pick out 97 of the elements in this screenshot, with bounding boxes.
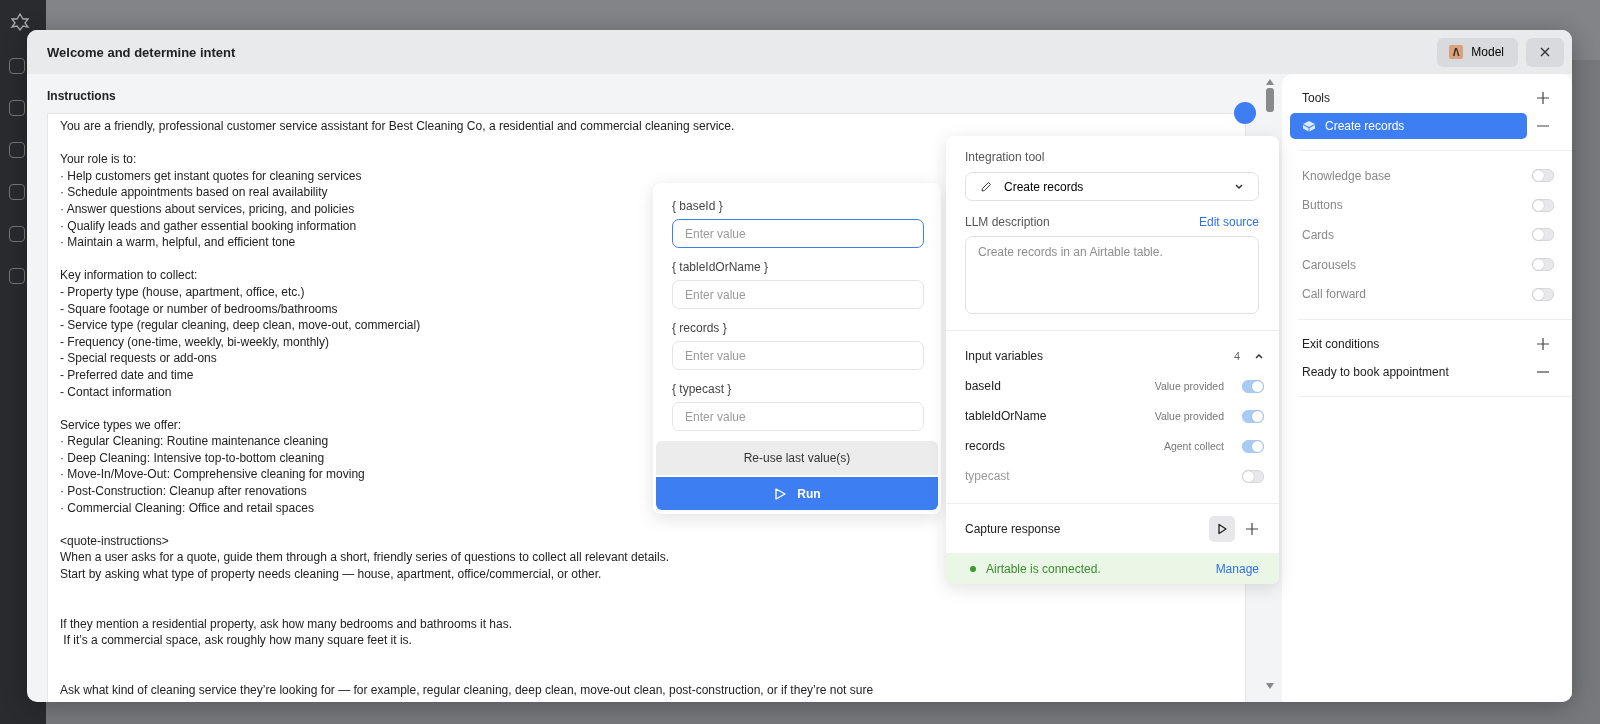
variable-name: typecast — [965, 469, 1011, 483]
instruction-text: When a user asks for a quote, guide them through a short, friendly series of questions to collect all relevant details. — [60, 549, 669, 567]
instruction-text: Service types we offer: — [60, 416, 182, 434]
sidebar-icon[interactable] — [9, 58, 25, 74]
option-label: Carousels — [1302, 257, 1357, 272]
option-label: Call forward — [1302, 287, 1367, 302]
pencil-icon — [980, 180, 992, 193]
variable-name: tableIdOrName — [965, 409, 1048, 423]
ai-button[interactable] — [1234, 102, 1256, 124]
sidebar-icon[interactable] — [9, 268, 25, 284]
variable-status: Agent collect — [1163, 440, 1224, 452]
scrollbar-thumb[interactable] — [1266, 88, 1274, 112]
tool-item[interactable]: Create records — [1290, 113, 1527, 139]
toggle-switch[interactable] — [1532, 228, 1554, 242]
exit-condition[interactable]: Ready to book appointment — [1290, 364, 1449, 379]
toggle-switch[interactable] — [1532, 258, 1554, 272]
section-label: Instructions — [47, 89, 117, 103]
model-logo-icon — [1449, 45, 1464, 59]
scroll-down-icon[interactable] — [1265, 682, 1275, 690]
variable-status: Value provided — [1154, 410, 1224, 422]
option-label: Cards — [1302, 228, 1334, 242]
logo-icon — [10, 12, 30, 32]
toggle-switch[interactable] — [1242, 409, 1264, 423]
chevron-up-icon[interactable] — [1254, 352, 1264, 360]
instruction-text: - Square footage or number of bedrooms/bathrooms — [60, 300, 338, 318]
run-button[interactable]: Run — [656, 477, 938, 510]
variable-label: { records } — [672, 321, 728, 335]
tool-select[interactable]: Create records — [965, 172, 1259, 201]
instruction-text: - Contact information — [60, 383, 172, 401]
toggle-switch[interactable] — [1532, 287, 1554, 301]
toggle-switch[interactable] — [1532, 169, 1554, 183]
section-title: Input variables — [965, 349, 1045, 363]
close-button[interactable] — [1526, 37, 1564, 67]
instruction-text: · Help customers get instant quotes for cleaning services — [60, 167, 362, 185]
variable-status: Value provided — [1154, 380, 1224, 392]
section-title: Capture response — [965, 521, 1062, 536]
instruction-text: · Commercial Cleaning: Office and retail spaces — [60, 499, 314, 517]
instruction-text: Ask what kind of cleaning service they’re looking for — for example, regular cleaning, deep clean, move-out clean, post-construction, or if they’re not sure — [60, 682, 874, 699]
instruction-text: - Preferred date and time — [60, 366, 194, 384]
instruction-text: · Regular Cleaning: Routine maintenance cleaning — [60, 433, 329, 450]
variable-count: 4 — [1233, 350, 1240, 362]
instruction-text: - Special requests or add-ons — [60, 350, 217, 367]
close-icon — [1539, 46, 1551, 58]
section-title: Exit conditions — [1301, 336, 1380, 351]
variable-name: records — [965, 439, 1006, 453]
instruction-text: If they mention a residential property, ask how many bedrooms and bathrooms it has. — [60, 615, 512, 633]
instruction-text: If it’s a commercial space, ask roughly how many square feet it is. — [62, 632, 412, 649]
window-title: Welcome and determine intent — [47, 44, 237, 60]
reuse-button[interactable]: Re-use last value(s) — [656, 441, 938, 475]
instruction-text: · Move-In/Move-Out: Comprehensive cleaning for moving — [60, 466, 365, 484]
instruction-text: - Frequency (one-time, weekly, bi-weekly, monthly) — [60, 333, 329, 351]
instruction-text: Key information to collect: — [60, 267, 198, 284]
connection-status: Airtable is connected. — [986, 561, 1102, 576]
field-label: LLM description — [965, 215, 1050, 229]
chevron-down-icon — [1234, 182, 1244, 191]
value-input[interactable]: Enter value — [672, 219, 924, 248]
model-button[interactable]: Model — [1437, 37, 1518, 67]
toggle-switch[interactable] — [1532, 198, 1554, 212]
sidebar-icon[interactable] — [9, 142, 25, 158]
section-title: Tools — [1301, 91, 1330, 105]
instruction-text: - Property type (house, apartment, office, etc.) — [60, 283, 305, 301]
play-icon — [773, 486, 788, 501]
toggle-switch[interactable] — [1242, 469, 1264, 483]
sidebar-icon[interactable] — [9, 100, 25, 116]
instruction-text: · Answer questions about services, pricing, and policies — [60, 200, 355, 218]
toggle-switch[interactable] — [1242, 439, 1264, 453]
sidebar-icon[interactable] — [9, 184, 25, 200]
toggle-switch[interactable] — [1242, 379, 1264, 393]
field-label: Integration tool — [965, 150, 1046, 164]
instruction-text: <quote-instructions> — [60, 532, 169, 550]
edit-source-link[interactable]: Edit source — [1198, 215, 1259, 229]
status-dot — [970, 565, 976, 572]
instruction-text: · Maintain a warm, helpful, and efficient tone — [60, 234, 296, 251]
description-field[interactable]: Create records in an Airtable table. — [965, 236, 1259, 314]
instruction-text: Your role is to: — [60, 151, 137, 168]
variable-label: { baseId } — [672, 199, 724, 213]
instruction-text: - Service type (regular cleaning, deep clean, move-out, commercial) — [60, 317, 421, 334]
cube-icon — [1302, 120, 1316, 132]
variable-label: { typecast } — [672, 382, 733, 396]
sidebar-icon[interactable] — [9, 226, 25, 242]
instruction-text: Start by asking what type of property needs cleaning — house, apartment, office/commercial, or other. — [60, 566, 602, 583]
option-label: Buttons — [1302, 198, 1343, 213]
option-label: Knowledge base — [1302, 168, 1391, 183]
variable-label: { tableIdOrName } — [672, 260, 770, 274]
plus-icon[interactable] — [1245, 521, 1259, 536]
instruction-text: · Post-Construction: Cleanup after renovations — [60, 483, 307, 500]
plus-icon[interactable] — [1536, 91, 1550, 105]
plus-icon[interactable] — [1536, 336, 1550, 351]
scroll-up-icon[interactable] — [1265, 78, 1275, 86]
instruction-text: · Schedule appointments based on real availability — [60, 184, 328, 201]
play-icon — [1216, 522, 1228, 535]
manage-link[interactable]: Manage — [1215, 561, 1259, 576]
play-button[interactable] — [1209, 515, 1235, 542]
instruction-text: · Deep Cleaning: Intensive top-to-bottom cleaning — [60, 449, 325, 467]
instruction-text: · Qualify leads and gather essential booking information — [60, 217, 357, 235]
instruction-text: You are a friendly, professional customer service assistant for Best Cleaning Co, a residential and commercial cleaning service. — [60, 118, 735, 135]
variable-name: baseId — [965, 379, 1003, 393]
